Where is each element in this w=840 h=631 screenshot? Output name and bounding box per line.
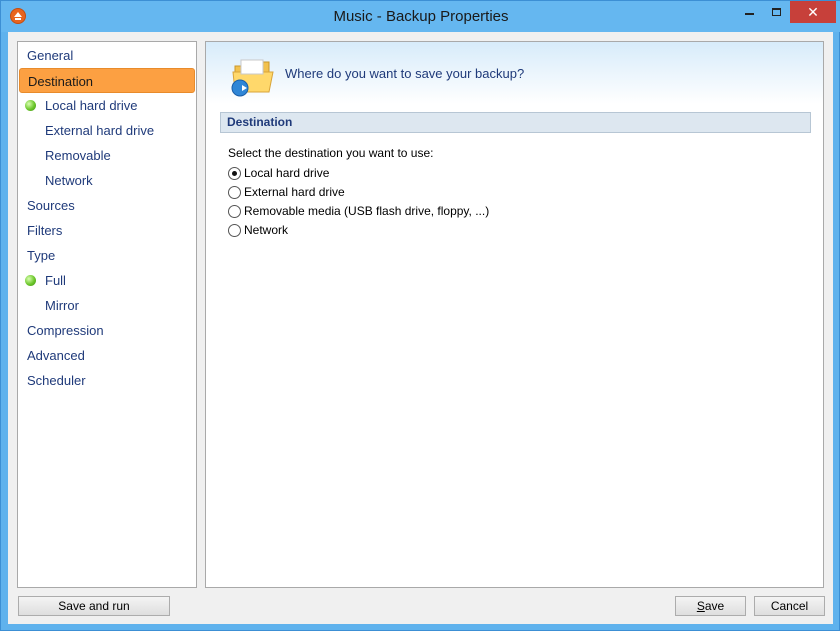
nav-item-label: General (27, 48, 74, 63)
nav-item-filters[interactable]: Filters (27, 218, 192, 243)
destination-option-3[interactable]: Network (228, 221, 288, 239)
radio-button[interactable] (228, 204, 241, 218)
content-panel: Where do you want to save your backup? D… (205, 41, 824, 588)
nav-item-removable[interactable]: Removable (45, 143, 192, 168)
cancel-button[interactable]: Cancel (754, 596, 825, 616)
radio-label: External hard drive (244, 185, 345, 199)
minimize-icon (744, 13, 754, 15)
nav-item-local-hard-drive[interactable]: Local hard drive (25, 93, 192, 118)
radio-button[interactable] (228, 223, 241, 237)
nav-item-label: Filters (27, 223, 63, 238)
nav-item-type[interactable]: Type (27, 243, 192, 268)
header-question: Where do you want to save your backup? (285, 66, 525, 81)
folder-destination-icon (231, 59, 274, 97)
dialog-body: General Destination Local hard drive Extern… (8, 32, 833, 624)
nav-item-label: Type (27, 248, 56, 263)
window-title: Music - Backup Properties (333, 8, 509, 25)
nav-item-label: Removable (45, 148, 111, 163)
save-button-label: ave (704, 599, 725, 613)
status-dot-icon (25, 275, 36, 286)
nav-item-general[interactable]: General (27, 43, 192, 68)
maximize-icon (771, 8, 781, 16)
save-button-mnemonic: S (696, 599, 705, 613)
nav-item-label: Compression (27, 323, 104, 338)
nav-item-network[interactable]: Network (45, 168, 192, 193)
nav-item-label: Scheduler (27, 373, 86, 388)
nav-item-label: Mirror (45, 298, 79, 313)
title-bar[interactable]: Music - Backup Properties ✕ (1, 1, 840, 32)
nav-item-label: Full (45, 273, 66, 288)
nav-item-advanced[interactable]: Advanced (27, 343, 192, 368)
save-button[interactable]: Save (675, 596, 746, 616)
radio-label: Removable media (USB flash drive, floppy… (244, 204, 490, 218)
nav-item-label: Destination (28, 74, 94, 89)
radio-label: Local hard drive (244, 166, 330, 180)
header-band: Where do you want to save your backup? (206, 42, 823, 104)
nav-item-label: Advanced (27, 348, 85, 363)
nav-item-full[interactable]: Full (25, 268, 192, 293)
destination-prompt: Select the destination you want to use: (228, 146, 434, 160)
destination-option-1[interactable]: External hard drive (228, 183, 345, 201)
nav-item-sources[interactable]: Sources (27, 193, 192, 218)
maximize-button[interactable] (763, 1, 789, 23)
close-button[interactable]: ✕ (790, 1, 836, 23)
nav-item-label: Sources (27, 198, 75, 213)
nav-item-label: Network (45, 173, 93, 188)
nav-item-label: External hard drive (45, 123, 155, 138)
save-and-run-button[interactable]: Save and run (18, 596, 170, 616)
minimize-button[interactable] (736, 1, 762, 23)
navigation-panel: General Destination Local hard drive Extern… (17, 41, 197, 588)
section-header-destination: Destination (220, 112, 811, 133)
close-icon: ✕ (807, 3, 819, 20)
nav-item-compression[interactable]: Compression (27, 318, 192, 343)
radio-button[interactable] (228, 185, 241, 199)
nav-item-mirror[interactable]: Mirror (45, 293, 192, 318)
radio-button[interactable] (228, 166, 241, 180)
nav-item-external-hard-drive[interactable]: External hard drive (45, 118, 192, 143)
destination-option-0[interactable]: Local hard drive (228, 164, 329, 182)
nav-item-destination[interactable]: Destination (19, 68, 195, 93)
nav-item-scheduler[interactable]: Scheduler (27, 368, 192, 393)
nav-item-label: Local hard drive (45, 98, 138, 113)
app-window: Music - Backup Properties ✕ General Desti… (0, 0, 840, 631)
destination-option-2[interactable]: Removable media (USB flash drive, floppy… (228, 202, 489, 220)
radio-label: Network (244, 223, 289, 237)
status-dot-icon (25, 100, 36, 111)
